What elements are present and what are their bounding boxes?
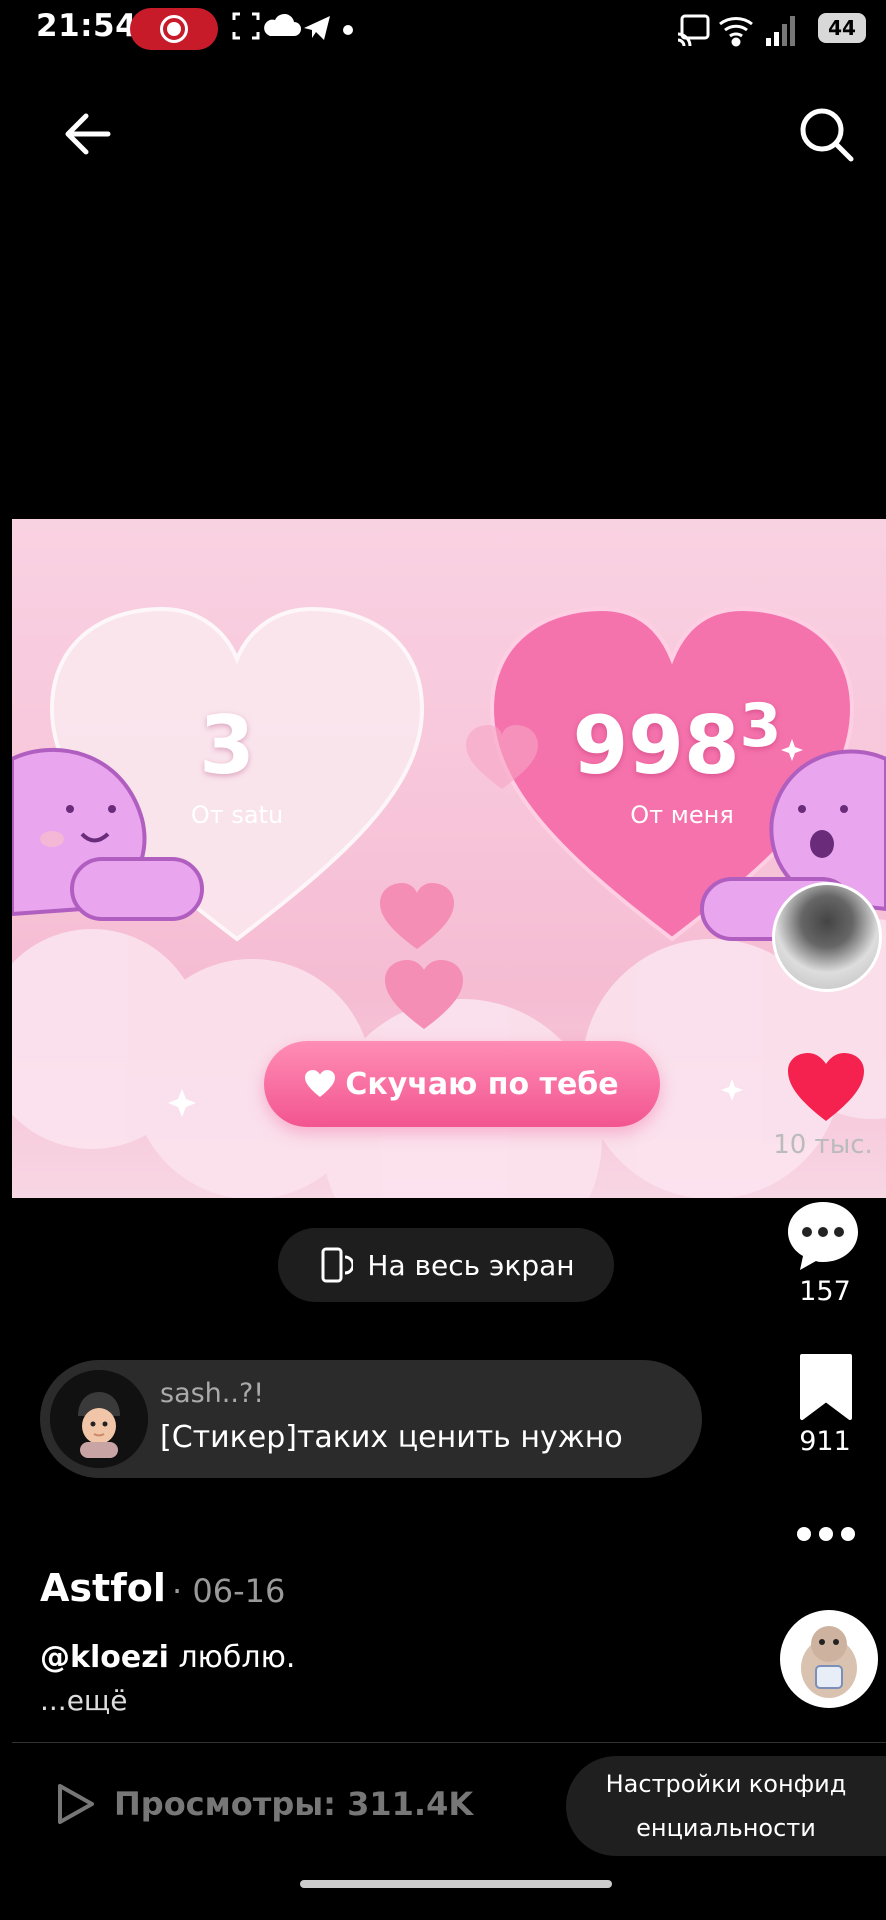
back-button[interactable] [58,104,118,164]
bookmark-icon [800,1354,852,1420]
small-heart-graphic [380,883,454,949]
hamster-sticker-icon [801,1626,857,1698]
right-counter: 9983 [557,691,797,792]
wifi-icon [719,17,753,47]
screen-record-indicator[interactable] [130,8,218,50]
commenter-avatar [50,1370,148,1468]
fullscreen-button[interactable]: На весь экран [278,1228,614,1302]
commenter-username: sash..?! [160,1378,265,1409]
author-name[interactable]: Astfol [40,1566,166,1610]
comment-count: 157 [799,1276,851,1307]
more-options-button[interactable] [796,1524,856,1544]
caption-expand-link[interactable]: ...ещё [40,1684,128,1717]
comment-text: [Стикер]таких ценить нужно [160,1420,623,1455]
miss-you-button[interactable]: Скучаю по тебе [264,1041,660,1127]
notification-icons [230,10,370,54]
creator-avatar[interactable] [772,882,882,992]
comment-button[interactable] [786,1200,860,1272]
play-icon [58,1784,94,1824]
right-counter-superscript: 3 [739,691,782,761]
views-label: Просмотры: 311.4K [114,1785,474,1823]
views-counter[interactable]: Просмотры: 311.4K [56,1782,473,1826]
caption-text: люблю. [168,1640,296,1675]
system-status-icons [676,10,806,54]
signal-icon [766,16,795,46]
miss-you-label: Скучаю по тебе [345,1066,619,1102]
privacy-label-line2: енциальности [636,1814,816,1842]
bookmark-button[interactable] [798,1352,854,1422]
privacy-label-line1: Настройки конфид [605,1770,847,1798]
privacy-settings-button[interactable]: Настройки конфид енциальности [566,1756,886,1856]
music-disc-avatar[interactable] [780,1610,878,1708]
telegram-icon [304,16,330,40]
fullscreen-label: На весь экран [367,1248,575,1282]
left-counter-label: От satu [190,801,284,829]
memoji-avatar-icon [50,1370,148,1468]
cloud-icon [264,13,301,37]
right-counter-main: 998 [572,699,740,792]
like-count: 10 тыс. [773,1130,873,1160]
arrow-left-icon [65,113,111,155]
bookmark-count: 911 [799,1426,851,1457]
top-comment-preview[interactable]: sash..?! [Стикер]таких ценить нужно [40,1360,702,1478]
cast-icon [677,14,710,47]
left-counter: 3 [199,699,255,792]
video-player[interactable]: 3 От satu 9983 От меня Скучаю по тебе [12,519,886,1198]
screenshot-icon [232,12,260,40]
home-indicator[interactable] [300,1880,612,1888]
more-notifications-dot [343,25,353,35]
status-time: 21:54 [36,8,138,44]
heart-icon [305,1070,336,1097]
battery-indicator: 44 [818,13,866,43]
post-caption: @kloezi люблю. [40,1640,295,1675]
search-icon [800,108,854,162]
heart-icon [788,1053,864,1121]
like-button[interactable] [786,1051,866,1123]
divider [12,1742,886,1743]
mention-link[interactable]: @kloezi [40,1640,169,1675]
post-date: · 06-16 [172,1572,286,1610]
search-button[interactable] [796,104,856,164]
right-counter-label: От меня [630,801,734,829]
more-dots-icon [797,1527,855,1541]
rotate-screen-icon [321,1247,354,1283]
comment-bubble-icon [788,1202,858,1270]
record-dot-icon [167,22,181,36]
